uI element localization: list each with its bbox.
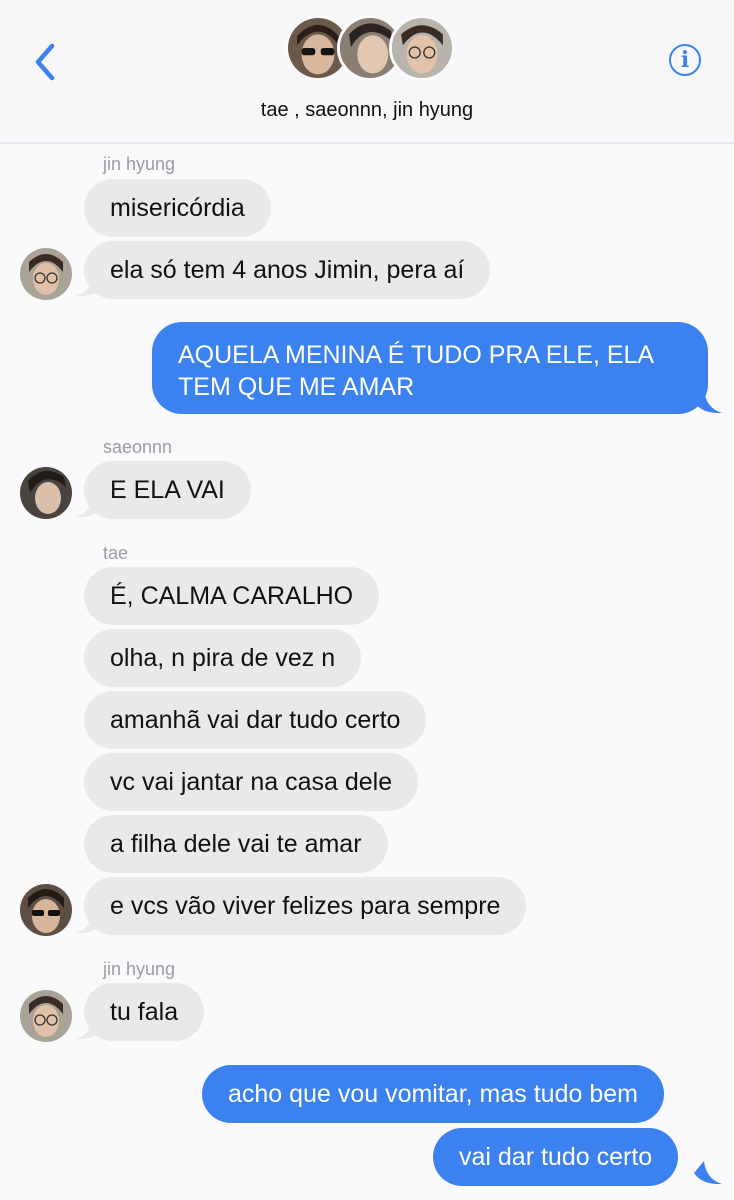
message-bubble-incoming[interactable]: olha, n pira de vez n	[84, 629, 362, 687]
message-bubble-outgoing[interactable]: acho que vou vomitar, mas tudo bem	[202, 1065, 664, 1123]
sender-avatar-jin-hyung	[20, 248, 72, 300]
sender-avatar-tae	[20, 884, 72, 936]
bubble-tail	[694, 1161, 722, 1185]
message-line: AQUELA MENINA É TUDO PRA ELE, ELA	[178, 341, 655, 369]
back-button[interactable]	[30, 40, 62, 84]
avatar-jin-hyung	[389, 15, 455, 81]
sender-label: saeonnn	[103, 437, 173, 457]
bubble-tail	[694, 390, 722, 414]
message-bubble-incoming[interactable]: a filha dele vai te amar	[84, 815, 388, 873]
conversation-header: tae , saeonnn, jin hyung i	[0, 0, 734, 144]
sender-label: jin hyung	[103, 154, 176, 174]
info-icon: i	[680, 47, 690, 73]
message-bubble-outgoing[interactable]: AQUELA MENINA É TUDO PRA ELE, ELA TEM QU…	[152, 322, 708, 414]
group-avatar-stack[interactable]	[285, 15, 455, 85]
chevron-left-icon	[35, 43, 55, 81]
sender-label: tae	[103, 543, 129, 563]
sender-label: jin hyung	[103, 959, 176, 979]
info-button[interactable]: i	[669, 44, 701, 76]
sender-avatar-saeonnn	[20, 467, 72, 519]
message-bubble-incoming[interactable]: É, CALMA CARALHO	[84, 567, 380, 625]
message-bubble-incoming[interactable]: E ELA VAI	[84, 461, 251, 519]
message-bubble-incoming[interactable]: e vcs vão viver felizes para sempre	[84, 877, 527, 935]
message-bubble-incoming[interactable]: misericórdia	[84, 179, 271, 237]
group-title[interactable]: tae , saeonnn, jin hyung	[0, 99, 734, 122]
message-bubble-incoming[interactable]: vc vai jantar na casa dele	[84, 753, 419, 811]
sender-avatar-jin-hyung	[20, 990, 72, 1042]
message-bubble-incoming[interactable]: tu fala	[84, 983, 205, 1041]
message-bubble-incoming[interactable]: ela só tem 4 anos Jimin, pera aí	[84, 241, 491, 299]
message-line: TEM QUE ME AMAR	[178, 373, 415, 401]
message-bubble-outgoing[interactable]: vai dar tudo certo	[433, 1128, 679, 1186]
message-bubble-incoming[interactable]: amanhã vai dar tudo certo	[84, 691, 427, 749]
